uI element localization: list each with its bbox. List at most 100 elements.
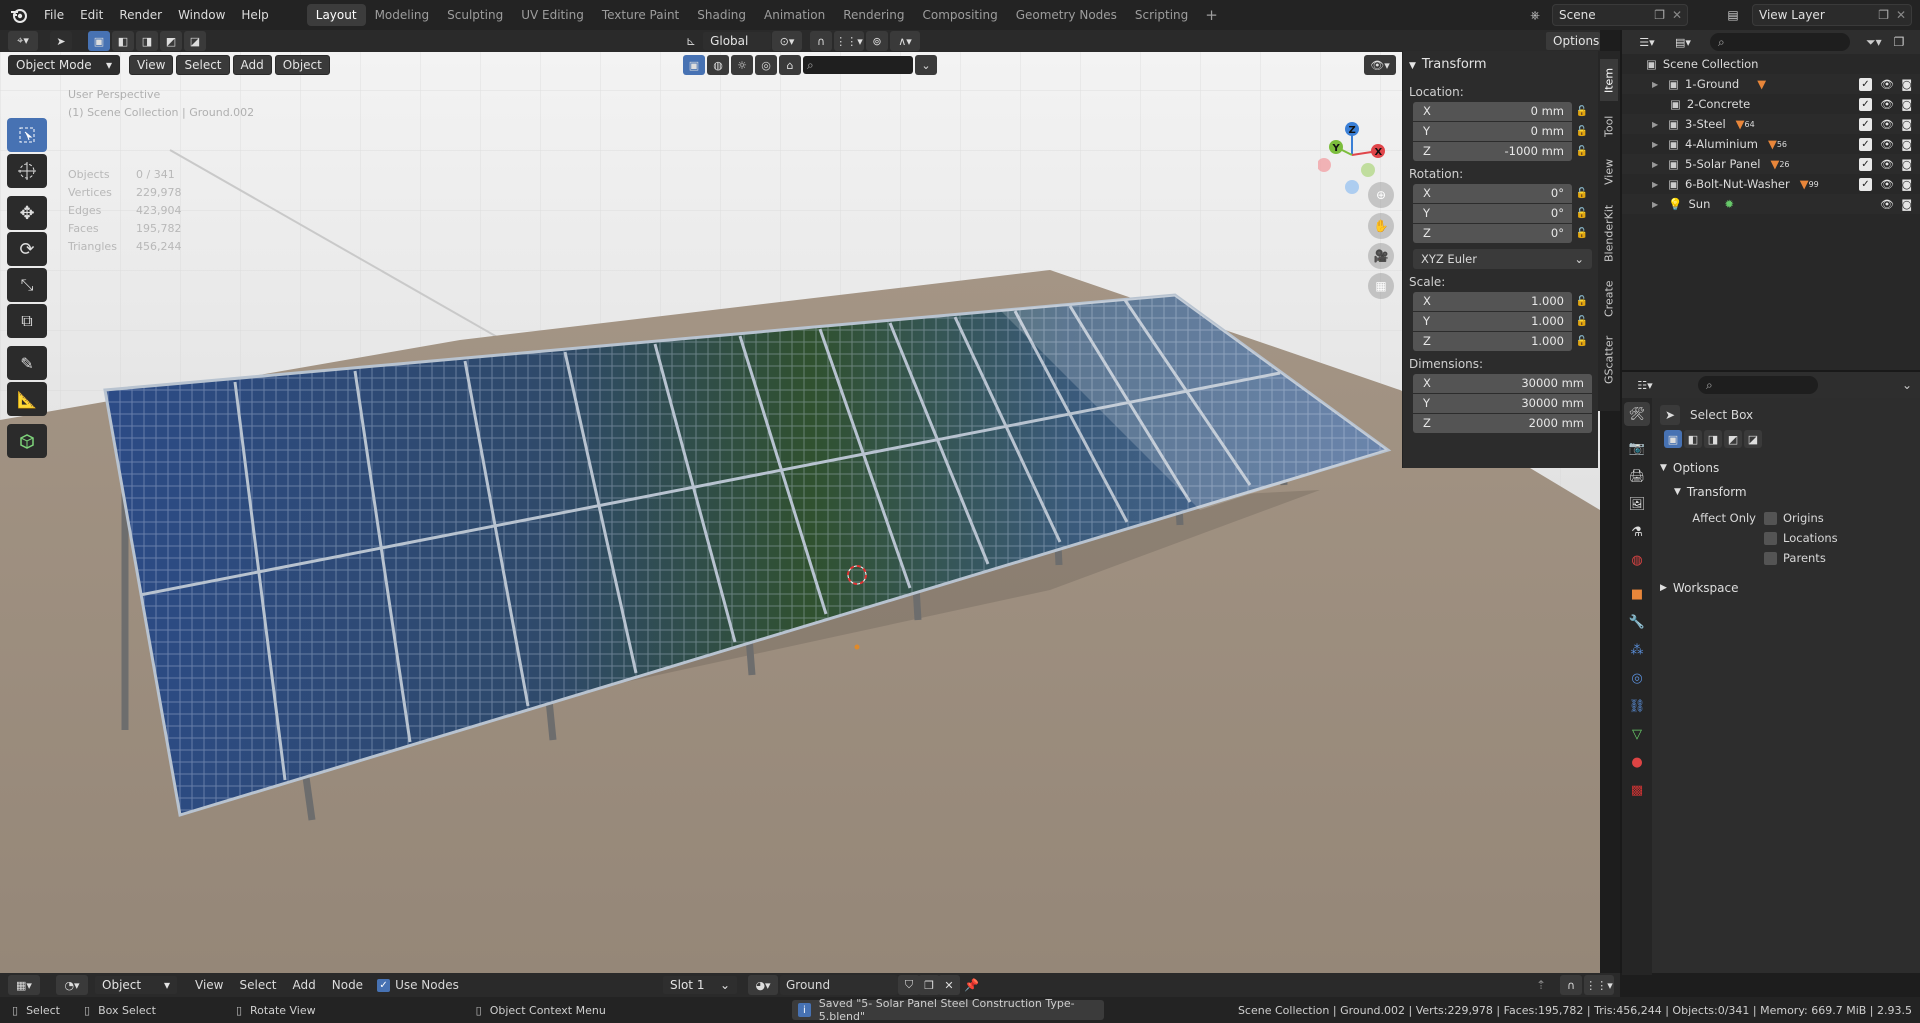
tab-compositing[interactable]: Compositing — [913, 4, 1006, 26]
tab-tool[interactable]: Tool — [1600, 105, 1618, 147]
exclude-checkbox[interactable]: ✓ — [1859, 117, 1872, 131]
select-mode-subtract-icon[interactable]: ◨ — [136, 31, 158, 51]
menu-add[interactable]: Add — [232, 55, 272, 75]
menu-object[interactable]: Object — [274, 55, 330, 75]
mode-select[interactable]: Object Mode ▾ — [8, 55, 120, 75]
tab-scripting[interactable]: Scripting — [1126, 4, 1197, 26]
transform-icon[interactable]: ⧉ — [7, 304, 47, 338]
material-slot-select[interactable]: Slot 1 ⌄ — [662, 975, 738, 995]
view-layer-field[interactable]: View Layer ❐ ✕ — [1752, 4, 1912, 26]
blender-logo-icon[interactable] — [6, 2, 32, 28]
constraints-tab-icon[interactable]: ⛓ — [1624, 694, 1650, 718]
physics-tab-icon[interactable]: ◎ — [1624, 666, 1650, 690]
chevron-down-icon[interactable]: ⌄ — [915, 55, 937, 75]
parent-node-tree-icon[interactable]: ⇡ — [1536, 978, 1546, 992]
eye-icon[interactable]: 👁 — [1880, 98, 1894, 111]
transform-subsection-header[interactable]: ▼ Transform — [1674, 480, 1916, 504]
dimensions-z-field[interactable]: Z 2000 mm — [1413, 413, 1592, 433]
zoom-icon[interactable]: ⊕ — [1368, 182, 1394, 208]
tab-geometry-nodes[interactable]: Geometry Nodes — [1007, 4, 1126, 26]
editor-type-icon[interactable]: ▦▾ — [8, 975, 40, 995]
particles-tab-icon[interactable]: ⁂ — [1624, 638, 1650, 662]
transform-orientation[interactable]: ⊾ Global — [686, 31, 775, 51]
select-mode-extend-icon[interactable]: ◧ — [112, 31, 134, 51]
filter-icon[interactable]: ⏷▾ — [1866, 35, 1882, 50]
tree-item-scene-collection[interactable]: ▣ Scene Collection — [1622, 54, 1920, 74]
render-camera-icon[interactable]: ◙ — [1901, 78, 1912, 91]
menu-add[interactable]: Add — [285, 974, 324, 996]
copy-scene-icon[interactable]: ❐ — [1654, 8, 1665, 22]
eye-icon[interactable]: 👁 — [1880, 198, 1894, 211]
ortho-grid-icon[interactable]: ▦ — [1368, 273, 1394, 299]
parents-checkbox[interactable]: Parents — [1764, 548, 1838, 568]
eye-icon[interactable]: 👁 — [1880, 178, 1894, 191]
snap-icon[interactable]: ∩ — [1560, 975, 1582, 995]
exclude-checkbox[interactable]: ✓ — [1859, 77, 1872, 91]
modifier-tab-icon[interactable]: 🔧 — [1624, 610, 1650, 634]
rotation-x-field[interactable]: X 0° — [1413, 183, 1572, 203]
expand-arrow-icon[interactable]: ▶ — [1652, 140, 1658, 149]
world-tab-icon[interactable]: ◍ — [1624, 548, 1650, 572]
pin-icon[interactable]: 📌 — [964, 978, 979, 992]
cursor-icon[interactable] — [7, 154, 47, 188]
output-tab-icon[interactable]: 🖨 — [1624, 464, 1650, 488]
menu-window[interactable]: Window — [170, 4, 233, 26]
object-type-icon[interactable]: ▣ — [683, 55, 705, 75]
scale-x-field[interactable]: X 1.000 — [1413, 291, 1572, 311]
tab-sculpting[interactable]: Sculpting — [438, 4, 512, 26]
locations-checkbox[interactable]: Locations — [1764, 528, 1838, 548]
tree-item-2-concrete[interactable]: ▣ 2-Concrete ✓ 👁 ◙ — [1622, 94, 1920, 114]
light-filter-icon[interactable]: ☼ — [731, 55, 753, 75]
scale-y-field[interactable]: Y 1.000 — [1413, 311, 1572, 331]
copy-view-layer-icon[interactable]: ❐ — [1878, 8, 1889, 22]
lock-icon[interactable]: 🔓 — [1572, 332, 1592, 351]
lock-icon[interactable]: 🔓 — [1572, 142, 1592, 161]
add-cube-icon[interactable] — [7, 424, 47, 458]
editor-type-icon[interactable]: ⌖▾ — [8, 31, 38, 51]
material-tab-icon[interactable]: ● — [1624, 750, 1650, 774]
transform-orientation-select[interactable]: Global — [702, 31, 773, 51]
tab-gscatter[interactable]: GScatter — [1600, 329, 1618, 391]
material-name-field[interactable]: Ground — [780, 975, 898, 995]
transform-panel-header[interactable]: ▼ Transform — [1409, 51, 1592, 79]
dimensions-x-field[interactable]: X 30000 mm — [1413, 373, 1592, 393]
render-camera-icon[interactable]: ◙ — [1901, 198, 1912, 211]
empty-filter-icon[interactable]: ⌂ — [779, 55, 801, 75]
expand-arrow-icon[interactable]: ▶ — [1652, 180, 1658, 189]
tree-item-4-aluminium[interactable]: ▶ ▣ 4-Aluminium ▼ 56 ✓ 👁 ◙ — [1622, 134, 1920, 154]
menu-node[interactable]: Node — [324, 974, 371, 996]
lock-icon[interactable]: 🔓 — [1572, 224, 1592, 243]
select-mode-new-icon[interactable]: ▣ — [88, 31, 110, 51]
display-mode-icon[interactable]: ▤▾ — [1668, 32, 1698, 52]
texture-tab-icon[interactable]: ▩ — [1624, 778, 1650, 802]
lock-icon[interactable]: 🔓 — [1572, 122, 1592, 141]
exclude-checkbox[interactable]: ✓ — [1859, 97, 1872, 111]
proportional-edit-icon[interactable]: ⊚ — [866, 31, 888, 51]
close-icon[interactable]: ✕ — [1896, 8, 1906, 22]
rotate-icon[interactable]: ⟳ — [7, 232, 47, 266]
tab-shading[interactable]: Shading — [688, 4, 755, 26]
editor-type-icon[interactable]: ☰▾ — [1632, 32, 1662, 52]
lock-icon[interactable]: 🔓 — [1572, 292, 1592, 311]
search-icon[interactable]: ⌕ — [1710, 33, 1850, 51]
render-camera-icon[interactable]: ◙ — [1901, 98, 1912, 111]
editor-type-icon[interactable]: ☷▾ — [1630, 375, 1660, 395]
menu-select[interactable]: Select — [231, 974, 284, 996]
menu-view[interactable]: View — [187, 974, 231, 996]
chevron-down-icon[interactable]: ⌄ — [1902, 378, 1912, 392]
select-mode-invert-icon[interactable]: ◩ — [160, 31, 182, 51]
rotation-y-field[interactable]: Y 0° — [1413, 203, 1572, 223]
tool-select-icon[interactable]: ➤ — [50, 31, 72, 51]
falloff-icon[interactable]: ∧▾ — [890, 31, 920, 51]
camera-view-icon[interactable]: 🎥 — [1368, 243, 1394, 269]
tab-modeling[interactable]: Modeling — [366, 4, 439, 26]
menu-file[interactable]: File — [36, 4, 72, 26]
expand-arrow-icon[interactable]: ▶ — [1652, 120, 1658, 129]
pivot-point-icon[interactable]: ⊙▾ — [772, 31, 802, 51]
tab-rendering[interactable]: Rendering — [834, 4, 913, 26]
tab-texture-paint[interactable]: Texture Paint — [593, 4, 688, 26]
options-dropdown[interactable]: Options — [1545, 31, 1600, 51]
dimensions-y-field[interactable]: Y 30000 mm — [1413, 393, 1592, 413]
camera-filter-icon[interactable]: ◎ — [755, 55, 777, 75]
menu-render[interactable]: Render — [111, 4, 170, 26]
